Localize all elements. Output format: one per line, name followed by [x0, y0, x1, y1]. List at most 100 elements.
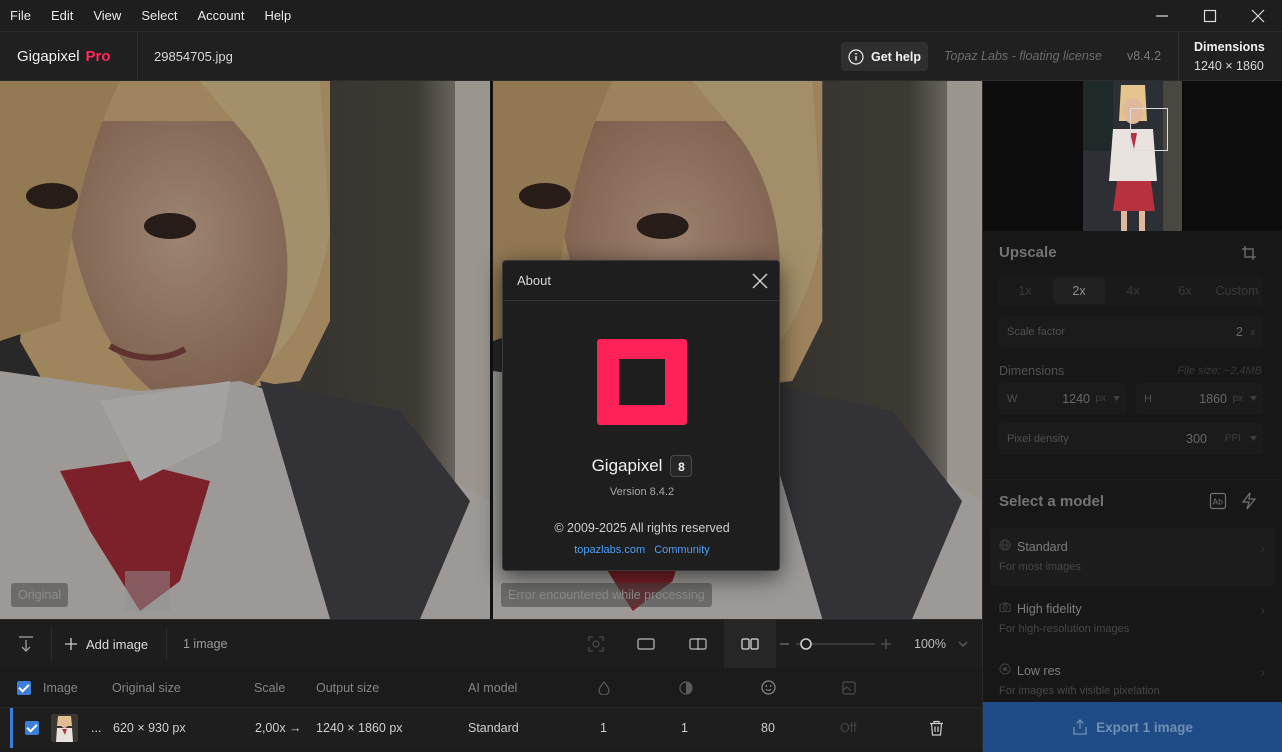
maximize-icon — [1203, 9, 1217, 23]
model-name: High fidelity — [1017, 602, 1082, 616]
compare-models-icon[interactable]: Ab — [1209, 492, 1227, 510]
scale-option-6x[interactable]: 6x — [1159, 276, 1211, 306]
app-brand: Gigapixel Pro — [17, 32, 111, 81]
row-scale: 2,00x → — [255, 721, 302, 735]
column-image[interactable]: Image — [43, 668, 78, 708]
license-text: Topaz Labs - floating license — [944, 49, 1102, 63]
trash-icon[interactable] — [929, 720, 944, 736]
row-checkbox[interactable] — [25, 721, 39, 735]
scale-option-2x[interactable]: 2x — [1053, 278, 1105, 304]
width-field[interactable]: W 1240 px — [999, 383, 1126, 415]
model-standard[interactable]: Standard For most images › — [991, 528, 1275, 586]
single-view-button[interactable] — [620, 620, 672, 668]
row-thumbnail — [51, 714, 78, 742]
menu-view[interactable]: View — [83, 0, 131, 32]
row-selection-indicator — [10, 708, 13, 748]
width-label: W — [1007, 393, 1018, 405]
column-ai-model[interactable]: AI model — [468, 668, 517, 708]
model-high-fidelity[interactable]: High fidelity For high-resolution images… — [991, 590, 1275, 648]
height-label: H — [1144, 393, 1152, 405]
height-unit: px — [1232, 393, 1243, 404]
select-all-checkbox[interactable] — [17, 681, 31, 695]
zoom-dropdown-button[interactable] — [957, 620, 969, 668]
zoom-slider[interactable] — [780, 620, 895, 668]
navigator-image — [1083, 81, 1182, 231]
menu-help[interactable]: Help — [254, 0, 301, 32]
row-value-4: Off — [840, 721, 857, 735]
single-view-icon — [637, 638, 655, 650]
export-button[interactable]: Export 1 image — [983, 702, 1282, 752]
select-model-title: Select a model — [999, 493, 1105, 510]
navigator-viewport[interactable] — [1130, 108, 1168, 151]
table-row[interactable]: ... 620 × 930 px 2,00x → 1240 × 1860 px … — [0, 708, 982, 748]
chevron-right-icon: › — [1260, 540, 1265, 556]
scale-option-custom[interactable]: Custom — [1211, 276, 1263, 306]
height-field[interactable]: H 1860 px — [1136, 383, 1263, 415]
divider — [166, 628, 167, 660]
camera-icon — [999, 602, 1011, 612]
close-icon — [1251, 9, 1265, 23]
file-name: 29854705.jpg — [154, 49, 233, 64]
about-version: Version 8.4.2 — [609, 486, 675, 498]
add-image-button[interactable]: Add image — [64, 620, 148, 668]
side-by-side-view-button[interactable] — [724, 620, 776, 668]
close-icon[interactable] — [751, 272, 769, 290]
scale-option-1x[interactable]: 1x — [999, 276, 1051, 306]
split-view-icon — [689, 638, 707, 650]
chevron-right-icon: › — [1260, 602, 1265, 618]
image-canvas[interactable]: Original Error encountered while process… — [0, 81, 982, 619]
menu-select[interactable]: Select — [131, 0, 187, 32]
contrast-icon — [679, 681, 693, 695]
column-original-size[interactable]: Original size — [112, 668, 181, 708]
community-link[interactable]: Community — [654, 544, 710, 556]
website-link[interactable]: topazlabs.com — [574, 544, 645, 556]
scale-option-4x[interactable]: 4x — [1107, 276, 1159, 306]
export-label: Export 1 image — [1096, 719, 1193, 735]
dimensions-label: Dimensions — [999, 364, 1065, 378]
about-dialog-title: About — [517, 273, 551, 288]
lightning-icon[interactable] — [1242, 492, 1256, 510]
caret-down-icon — [1113, 396, 1120, 401]
table-header: Image Original size Scale Output size AI… — [0, 668, 982, 708]
about-links: topazlabs.com Community — [503, 544, 781, 556]
app-tier: Pro — [85, 48, 111, 65]
face-scan-icon — [588, 636, 604, 652]
zoom-slider-track — [780, 638, 891, 650]
scale-factor-unit: x — [1250, 327, 1256, 337]
app-name: Gigapixel — [17, 48, 80, 65]
model-description: For images with visible pixelation — [999, 685, 1160, 697]
about-dialog: About Gigapixel 8 Version 8.4.2 © 2009-2… — [502, 260, 780, 571]
menu-edit[interactable]: Edit — [41, 0, 83, 32]
maximize-button[interactable] — [1186, 0, 1234, 32]
arrow-down-to-line-icon — [19, 636, 33, 652]
pixel-density-label: Pixel density — [1007, 433, 1069, 445]
split-view-button[interactable] — [672, 620, 724, 668]
face-detect-button[interactable] — [584, 620, 608, 668]
get-help-button[interactable]: Get help — [841, 42, 928, 71]
dimensions-title: Dimensions — [1194, 40, 1265, 54]
close-window-button[interactable] — [1234, 0, 1282, 32]
about-app-title: Gigapixel — [591, 456, 663, 475]
zoom-level[interactable]: 100% — [914, 620, 946, 668]
minimize-button[interactable] — [1138, 0, 1186, 32]
original-panel[interactable]: Original — [0, 81, 490, 619]
side-by-side-icon — [741, 638, 759, 650]
divider — [983, 479, 1282, 480]
crop-icon[interactable] — [1241, 245, 1257, 261]
image-count: 1 image — [183, 637, 228, 651]
model-description: For most images — [999, 561, 1081, 573]
row-filename-ellipsis: ... — [91, 721, 102, 735]
menu-account[interactable]: Account — [187, 0, 254, 32]
menu-file[interactable]: File — [0, 0, 41, 32]
about-copyright: © 2009-2025 All rights reserved — [554, 521, 730, 535]
version-text: v8.4.2 — [1127, 49, 1162, 63]
row-value-3: 80 — [761, 721, 775, 735]
pixel-density-field[interactable]: Pixel density 300 PPI — [999, 423, 1263, 455]
column-scale[interactable]: Scale — [254, 668, 285, 708]
scale-factor-field[interactable]: Scale factor 2 x — [999, 316, 1263, 348]
collapse-list-button[interactable] — [14, 620, 38, 668]
scale-factor-value: 2 — [1236, 325, 1243, 339]
column-output-size[interactable]: Output size — [316, 668, 379, 708]
row-value-2: 1 — [681, 721, 688, 735]
navigator-preview[interactable] — [983, 81, 1282, 231]
